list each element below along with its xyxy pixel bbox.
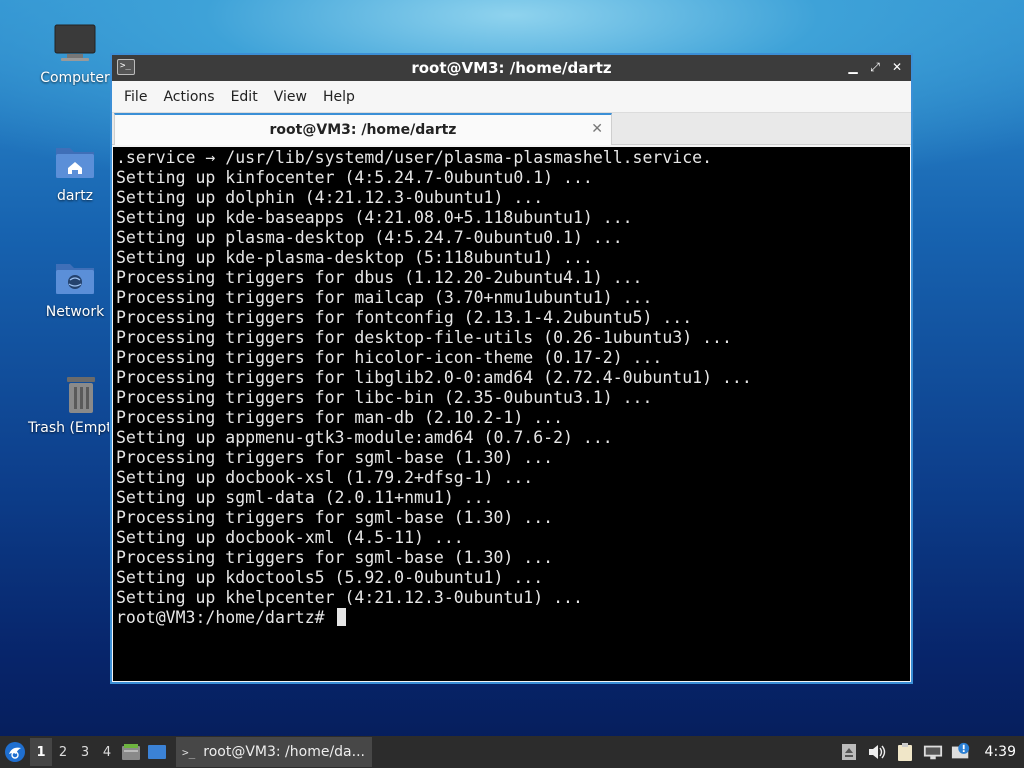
- update-notifier-icon[interactable]: [951, 742, 971, 762]
- taskbar-task-terminal[interactable]: >_ root@VM3: /home/da...: [176, 737, 372, 767]
- terminal-line: Setting up plasma-desktop (4:5.24.7-0ubu…: [116, 228, 623, 247]
- terminal-line: Processing triggers for libc-bin (2.35-0…: [116, 388, 653, 407]
- taskbar: 1 2 3 4 >_ root@VM3: /home/da... 4:39: [0, 736, 1024, 768]
- terminal-line: Processing triggers for sgml-base (1.30)…: [116, 548, 554, 567]
- lubuntu-logo-icon: [5, 742, 25, 762]
- workspace-3[interactable]: 3: [74, 738, 96, 766]
- terminal-line: Processing triggers for desktop-file-uti…: [116, 328, 732, 347]
- terminal-window: >_ root@VM3: /home/dartz ▁ ⤢ ✕ File Acti…: [110, 53, 913, 684]
- workspace-1[interactable]: 1: [30, 738, 52, 766]
- terminal-line: Setting up khelpcenter (4:21.12.3-0ubunt…: [116, 588, 583, 607]
- clock[interactable]: 4:39: [985, 744, 1016, 760]
- file-manager-launcher-icon[interactable]: [118, 738, 144, 766]
- clipboard-icon[interactable]: [895, 742, 915, 762]
- menu-bar: File Actions Edit View Help: [112, 81, 911, 113]
- terminal-line: Setting up dolphin (4:21.12.3-0ubuntu1) …: [116, 188, 544, 207]
- network-icon[interactable]: [923, 742, 943, 762]
- workspace-4[interactable]: 4: [96, 738, 118, 766]
- window-title: root@VM3: /home/dartz: [411, 59, 612, 77]
- terminal-line: Processing triggers for mailcap (3.70+nm…: [116, 288, 653, 307]
- eject-icon[interactable]: [839, 742, 859, 762]
- terminal-task-icon: >_: [182, 745, 196, 759]
- terminal-line: .service → /usr/lib/systemd/user/plasma-…: [116, 148, 713, 167]
- terminal-prompt: root@VM3:/home/dartz#: [116, 608, 335, 627]
- terminal-line: Processing triggers for sgml-base (1.30)…: [116, 448, 554, 467]
- terminal-line: Setting up docbook-xsl (1.79.2+dfsg-1) .…: [116, 468, 534, 487]
- menu-file[interactable]: File: [116, 89, 155, 105]
- show-desktop-icon[interactable]: [144, 738, 170, 766]
- window-titlebar[interactable]: >_ root@VM3: /home/dartz ▁ ⤢ ✕: [112, 55, 911, 81]
- menu-edit[interactable]: Edit: [223, 89, 266, 105]
- terminal-line: Setting up docbook-xml (4.5-11) ...: [116, 528, 464, 547]
- maximize-button[interactable]: ⤢: [867, 58, 883, 76]
- terminal-line: Setting up kinfocenter (4:5.24.7-0ubuntu…: [116, 168, 593, 187]
- terminal-line: Processing triggers for hicolor-icon-the…: [116, 348, 663, 367]
- minimize-button[interactable]: ▁: [845, 58, 861, 76]
- terminal-cursor: [336, 608, 346, 626]
- trash-icon: [53, 372, 109, 416]
- tab-close-icon[interactable]: ✕: [591, 121, 603, 137]
- task-label: root@VM3: /home/da...: [203, 744, 365, 760]
- terminal-line: Processing triggers for dbus (1.12.20-2u…: [116, 268, 643, 287]
- desktop-icon-label: Trash (Empty): [28, 420, 109, 436]
- system-tray: 4:39: [839, 742, 1024, 762]
- terminal-prompt-line: root@VM3:/home/dartz#: [116, 608, 907, 628]
- menu-actions[interactable]: Actions: [155, 89, 222, 105]
- tab-bar: root@VM3: /home/dartz ✕: [112, 113, 911, 145]
- desktop-icon-trash[interactable]: Trash (Empty): [25, 372, 109, 436]
- terminal-line: Processing triggers for sgml-base (1.30)…: [116, 508, 554, 527]
- terminal-line: Processing triggers for man-db (2.10.2-1…: [116, 408, 564, 427]
- terminal-line: Processing triggers for libglib2.0-0:amd…: [116, 368, 752, 387]
- workspace-2[interactable]: 2: [52, 738, 74, 766]
- tab-terminal[interactable]: root@VM3: /home/dartz ✕: [114, 113, 612, 145]
- terminal-line: Setting up appmenu-gtk3-module:amd64 (0.…: [116, 428, 613, 447]
- terminal-icon: >_: [117, 59, 135, 75]
- start-menu-button[interactable]: [0, 736, 30, 768]
- volume-icon[interactable]: [867, 742, 887, 762]
- terminal-output[interactable]: .service → /usr/lib/systemd/user/plasma-…: [113, 147, 910, 681]
- close-button[interactable]: ✕: [889, 58, 905, 76]
- terminal-line: Setting up sgml-data (2.0.11+nmu1) ...: [116, 488, 494, 507]
- terminal-line: Setting up kde-plasma-desktop (5:118ubun…: [116, 248, 593, 267]
- menu-view[interactable]: View: [266, 89, 315, 105]
- terminal-line: Processing triggers for fontconfig (2.13…: [116, 308, 693, 327]
- menu-help[interactable]: Help: [315, 89, 363, 105]
- terminal-line: Setting up kdoctools5 (5.92.0-0ubuntu1) …: [116, 568, 544, 587]
- tab-label: root@VM3: /home/dartz: [269, 122, 457, 138]
- terminal-line: Setting up kde-baseapps (4:21.08.0+5.118…: [116, 208, 633, 227]
